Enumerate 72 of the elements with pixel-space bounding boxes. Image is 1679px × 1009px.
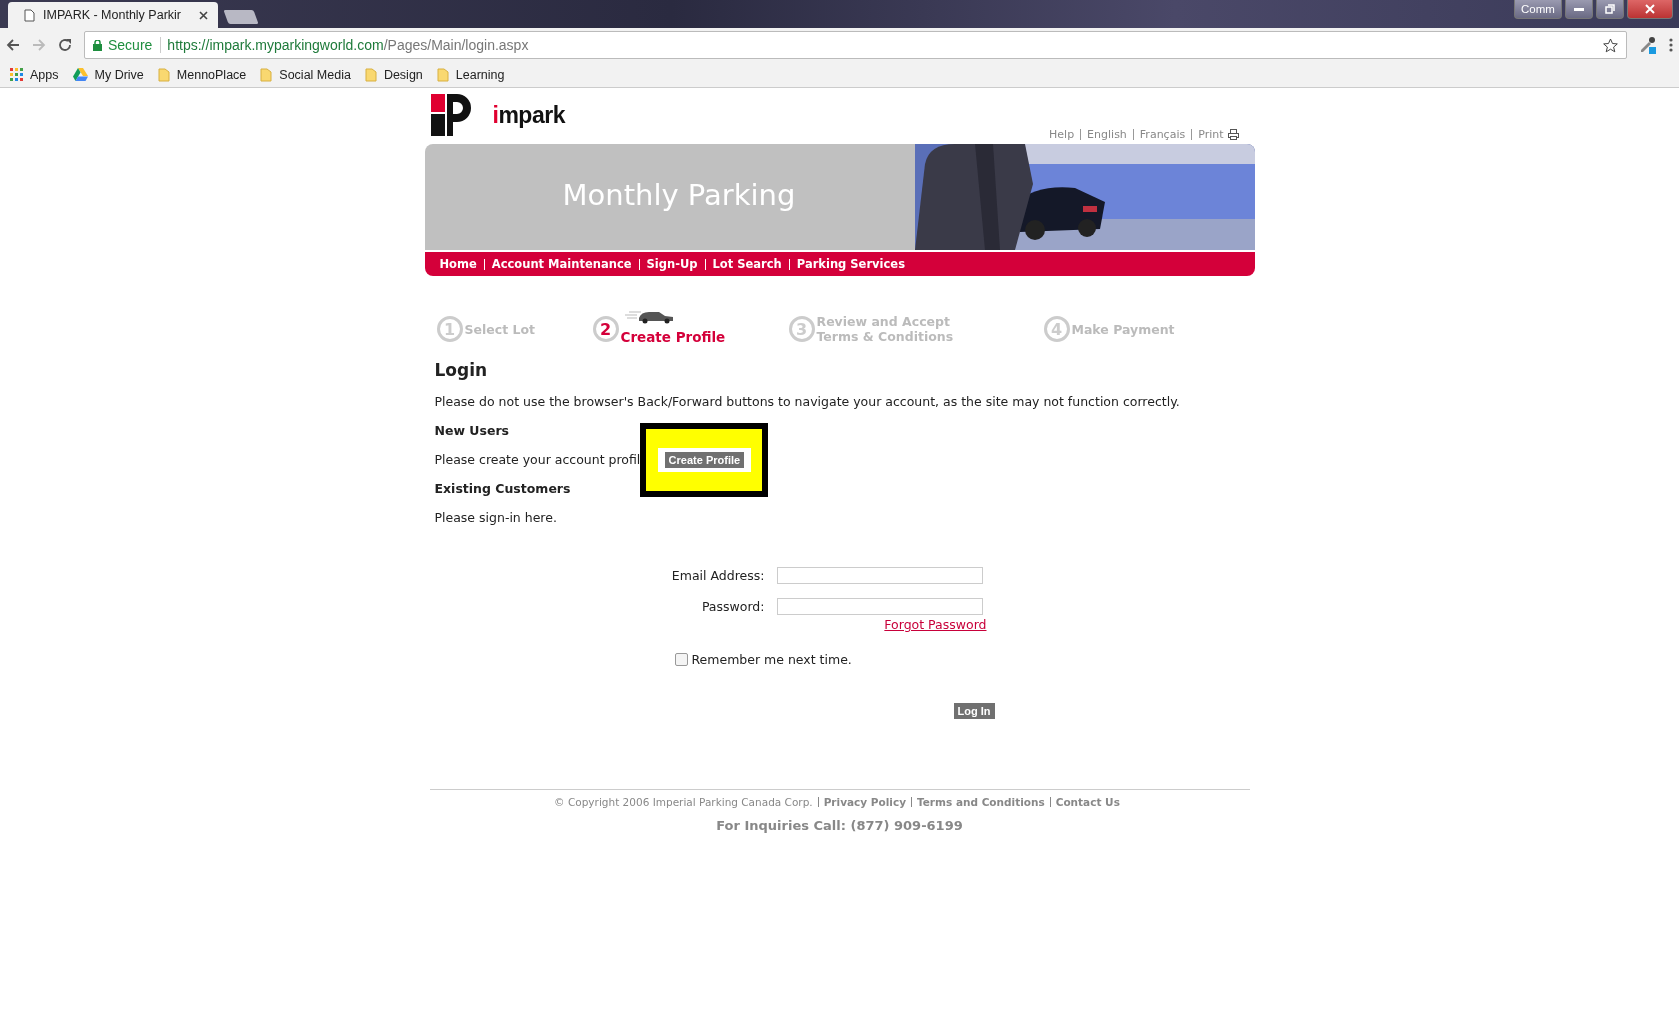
forgot-password-link[interactable]: Forgot Password [884,617,987,632]
inquiries-text: For Inquiries Call: (877) 909-6199 [716,818,963,833]
new-users-text: Please create your account profil [434,452,641,467]
warning-text: Please do not use the browser's Back/Forward buttons to navigate your account, as the site may not function correctly. [434,394,1181,409]
create-profile-button[interactable]: Create Profile [664,451,745,468]
banner-title: Monthly Parking [561,177,797,214]
close-icon [1645,4,1655,14]
bookmark[interactable]: Learning [436,67,505,82]
step-label: Make Payment [1071,321,1175,337]
utility-link[interactable]: Help [1043,129,1081,140]
email-field[interactable] [776,567,983,584]
utility-link[interactable]: Français [1132,129,1192,140]
password-label: Password: [700,599,765,614]
secure-label: Secure [108,37,162,53]
folder-icon [436,67,449,82]
bookmark[interactable]: Design [364,67,423,82]
step-label: Review and Accept Terms & Conditions [816,314,954,344]
sign-in-text: Please sign-in here. [434,510,558,525]
logo-mark-icon [430,94,473,136]
menu-icon[interactable] [1669,38,1673,52]
page-title: Login [434,360,489,380]
drive-triangle-icon [72,68,88,81]
profile-button[interactable]: Comm [1514,0,1562,19]
close-icon[interactable] [199,10,208,20]
url-text: https://impark.myparkingworld.com/Pages/Main/login.aspx [167,37,529,53]
step-label: Select Lot [464,321,535,337]
bookmark[interactable]: Social Media [260,67,351,82]
printer-icon [1227,129,1239,140]
nav-link[interactable]: Sign-Up [638,258,705,270]
utility-link[interactable]: Print [1191,129,1245,140]
log-in-button[interactable]: Log In [953,703,995,719]
restore-button[interactable] [1596,0,1624,19]
utility-link[interactable]: English [1080,129,1133,140]
restore-icon [1605,4,1615,14]
star-icon[interactable] [1603,37,1618,53]
footer-link[interactable]: Contact Us [1049,797,1125,807]
browser-tab[interactable]: IMPARK - Monthly Parkir [8,2,218,28]
apps-grid-icon [10,68,23,81]
car-icon [624,308,675,324]
password-field[interactable] [776,598,983,615]
bookmark[interactable]: My Drive [72,67,144,82]
copyright-text: © Copyright 2006 Imperial Parking Canada Corp. [554,796,814,808]
new-tab-button[interactable] [223,10,259,24]
remember-checkbox[interactable] [674,653,688,666]
footer-link[interactable]: Terms and Conditions [911,797,1050,807]
nav-link[interactable]: Home [432,258,484,270]
bookmark[interactable]: MennoPlace [157,67,247,82]
page-icon [24,8,35,22]
email-label: Email Address: [670,568,765,583]
back-icon[interactable] [6,38,20,52]
minimize-icon [1574,7,1584,11]
close-window-button[interactable] [1627,0,1673,19]
minimize-button[interactable] [1565,0,1593,19]
bookmark[interactable]: Apps [10,67,59,82]
address-bar[interactable]: Secure https://impark.myparkingworld.com/Pages/Main/login.aspx [84,31,1627,59]
eyedropper-icon[interactable] [1639,36,1657,54]
step-label: Create Profile [620,329,726,345]
nav-link[interactable]: Account Maintenance [483,258,639,270]
tab-title: IMPARK - Monthly Parkir [43,8,182,22]
lock-icon [93,39,102,51]
section-heading: New Users [434,423,510,438]
folder-icon [157,67,170,82]
step-number: 2 [592,316,619,342]
folder-icon [260,67,273,82]
footer-link[interactable]: Privacy Policy [817,797,911,807]
logo-wordmark: impark [492,101,565,129]
section-heading: Existing Customers [434,481,572,496]
remember-label: Remember me next time. [691,652,852,667]
nav-link[interactable]: Lot Search [704,258,789,270]
reload-icon[interactable] [58,38,72,52]
folder-icon [364,67,377,82]
nav-link[interactable]: Parking Services [788,258,912,270]
